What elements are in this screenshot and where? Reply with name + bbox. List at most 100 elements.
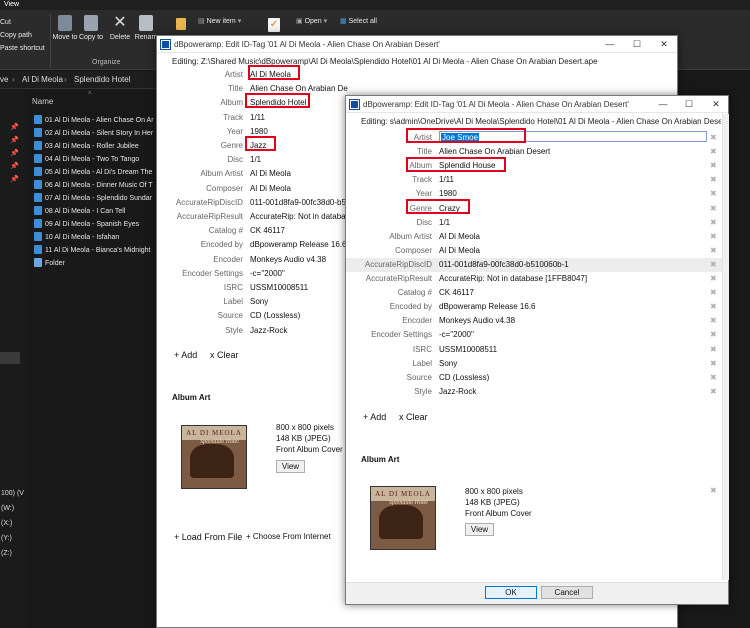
remove-field-icon[interactable]: ✖: [710, 161, 717, 170]
load-from-file-button[interactable]: + Load From File: [174, 532, 242, 542]
new-item-button[interactable]: ▤ New item ▾: [198, 17, 241, 25]
field-value-input[interactable]: USSM10008511: [250, 283, 348, 292]
remove-art-icon[interactable]: ✖: [710, 486, 717, 495]
field-value-input[interactable]: Jazz-Rock: [439, 387, 705, 396]
field-value-input[interactable]: CK 46117: [250, 226, 348, 235]
cut-button[interactable]: Cut: [0, 19, 11, 26]
remove-field-icon[interactable]: ✖: [710, 373, 717, 382]
file-list-item[interactable]: 10 Al Di Meola - Isfahan: [34, 232, 160, 245]
paste-shortcut-button[interactable]: Paste shortcut: [0, 45, 45, 52]
field-value-input[interactable]: Sony: [439, 359, 705, 368]
remove-field-icon[interactable]: ✖: [710, 133, 717, 142]
remove-field-icon[interactable]: ✖: [710, 316, 717, 325]
field-value-input[interactable]: CK 46117: [439, 288, 705, 297]
drive-item[interactable]: 100) (V: [1, 490, 24, 497]
remove-field-icon[interactable]: ✖: [710, 330, 717, 339]
field-value-input[interactable]: -c="2000": [250, 269, 348, 278]
vertical-scrollbar[interactable]: [722, 114, 729, 580]
move-to-button[interactable]: Move to: [52, 15, 78, 42]
add-tag-button[interactable]: + Add: [363, 412, 386, 422]
remove-field-icon[interactable]: ✖: [710, 204, 717, 213]
remove-field-icon[interactable]: ✖: [710, 260, 717, 269]
choose-from-internet-button[interactable]: + Choose From Internet: [246, 532, 331, 541]
clear-tags-button[interactable]: x Clear: [210, 350, 239, 360]
breadcrumb-segment[interactable]: Al Di Meola: [22, 75, 63, 84]
cancel-button[interactable]: Cancel: [541, 586, 593, 599]
close-icon[interactable]: ✕: [657, 39, 671, 50]
drive-item[interactable]: (X:): [1, 520, 12, 527]
field-value-input[interactable]: 1980: [250, 127, 348, 136]
remove-field-icon[interactable]: ✖: [710, 189, 717, 198]
remove-field-icon[interactable]: ✖: [710, 218, 717, 227]
field-value-input[interactable]: dBpoweramp Release 16.6: [439, 302, 705, 311]
field-value-input[interactable]: Alien Chase On Arabian Desert: [250, 84, 348, 93]
field-value-input[interactable]: Monkeys Audio v4.38: [250, 255, 348, 264]
remove-field-icon[interactable]: ✖: [710, 387, 717, 396]
field-value-input[interactable]: Al Di Meola: [250, 184, 348, 193]
field-value-input[interactable]: AccurateRip: Not in database: [250, 212, 348, 221]
remove-field-icon[interactable]: ✖: [710, 232, 717, 241]
view-art-button[interactable]: View: [276, 460, 305, 473]
delete-button[interactable]: ✕ Delete: [107, 15, 133, 42]
drive-item[interactable]: (Y:): [1, 535, 12, 542]
file-list-item[interactable]: 06 Al Di Meola - Dinner Music Of T: [34, 180, 160, 193]
field-value-input[interactable]: CD (Lossless): [250, 311, 348, 320]
remove-field-icon[interactable]: ✖: [710, 246, 717, 255]
drive-item[interactable]: (Z:): [1, 550, 12, 557]
field-value-input[interactable]: 011-001d8fa9-00fc38d0-b51: [250, 198, 348, 207]
breadcrumb-segment[interactable]: ve: [0, 75, 8, 84]
add-tag-button[interactable]: + Add: [174, 350, 197, 360]
remove-field-icon[interactable]: ✖: [710, 345, 717, 354]
minimize-icon[interactable]: —: [656, 99, 670, 110]
file-list-item[interactable]: 04 Al Di Meola - Two To Tango: [34, 154, 160, 167]
remove-field-icon[interactable]: ✖: [710, 359, 717, 368]
field-value-input[interactable]: AccurateRip: Not in database [1FFB8047]: [439, 274, 705, 283]
field-value-input[interactable]: Alien Chase On Arabian Desert: [439, 147, 705, 156]
view-art-button[interactable]: View: [465, 523, 494, 536]
maximize-icon[interactable]: ☐: [630, 39, 644, 50]
remove-field-icon[interactable]: ✖: [710, 175, 717, 184]
file-list-item[interactable]: 09 Al Di Meola - Spanish Eyes: [34, 219, 160, 232]
album-art-thumbnail[interactable]: AL DI MEOLA Splendido Hotel: [370, 486, 436, 550]
file-list-item[interactable]: 01 Al Di Meola - Alien Chase On Ar: [34, 115, 160, 128]
remove-field-icon[interactable]: ✖: [710, 147, 717, 156]
field-value-input[interactable]: CD (Lossless): [439, 373, 705, 382]
field-value-input[interactable]: 1/11: [250, 113, 348, 122]
view-menu-title[interactable]: View: [4, 1, 19, 8]
field-value-input[interactable]: 1/1: [250, 155, 348, 164]
selected-nav-item[interactable]: [0, 352, 20, 364]
clear-tags-button[interactable]: x Clear: [399, 412, 428, 422]
album-art-thumbnail[interactable]: AL DI MEOLA Splendido Hotel: [181, 425, 247, 489]
select-all-button[interactable]: ▦ Select all: [340, 17, 377, 25]
field-value-input[interactable]: Al Di Meola: [250, 169, 348, 178]
properties-icon[interactable]: ✓: [268, 18, 280, 32]
field-value-input[interactable]: 1/11: [439, 175, 705, 184]
field-value-input[interactable]: 011-001d8fa9-00fc38d0-b510060b-1: [439, 260, 705, 269]
field-value-input[interactable]: Monkeys Audio v4.38: [439, 316, 705, 325]
file-list-item[interactable]: Folder: [34, 258, 160, 271]
field-value-input[interactable]: 1980: [439, 189, 705, 198]
field-value-input[interactable]: USSM10008511: [439, 345, 705, 354]
field-value-input[interactable]: Al Di Meola: [439, 246, 705, 255]
column-header-name[interactable]: Name: [32, 97, 53, 106]
breadcrumb-segment[interactable]: Splendido Hotel: [74, 75, 130, 84]
field-value-input[interactable]: Sony: [250, 297, 348, 306]
file-list-item[interactable]: 03 Al Di Meola - Roller Jubilee: [34, 141, 160, 154]
field-value-input[interactable]: Jazz-Rock: [250, 326, 348, 335]
file-list-item[interactable]: 07 Al Di Meola - Splendido Sundar: [34, 193, 160, 206]
open-button[interactable]: ▣ Open ▾: [296, 17, 327, 25]
address-bar[interactable]: ve › Al Di Meola › Splendido Hotel: [0, 71, 160, 89]
file-list-item[interactable]: 08 Al Di Meola - I Can Tell: [34, 206, 160, 219]
file-list-item[interactable]: 05 Al Di Meola - Al Di's Dream The: [34, 167, 160, 180]
field-value-input[interactable]: 1/1: [439, 218, 705, 227]
field-value-input[interactable]: dBpoweramp Release 16.6: [250, 240, 348, 249]
copy-to-button[interactable]: Copy to: [78, 15, 104, 42]
field-value-input[interactable]: Al Di Meola: [439, 232, 705, 241]
remove-field-icon[interactable]: ✖: [710, 302, 717, 311]
maximize-icon[interactable]: ☐: [682, 99, 696, 110]
close-icon[interactable]: ✕: [709, 99, 723, 110]
drive-item[interactable]: (W:): [1, 505, 14, 512]
minimize-icon[interactable]: —: [603, 39, 617, 50]
remove-field-icon[interactable]: ✖: [710, 288, 717, 297]
copy-path-button[interactable]: Copy path: [0, 32, 32, 39]
